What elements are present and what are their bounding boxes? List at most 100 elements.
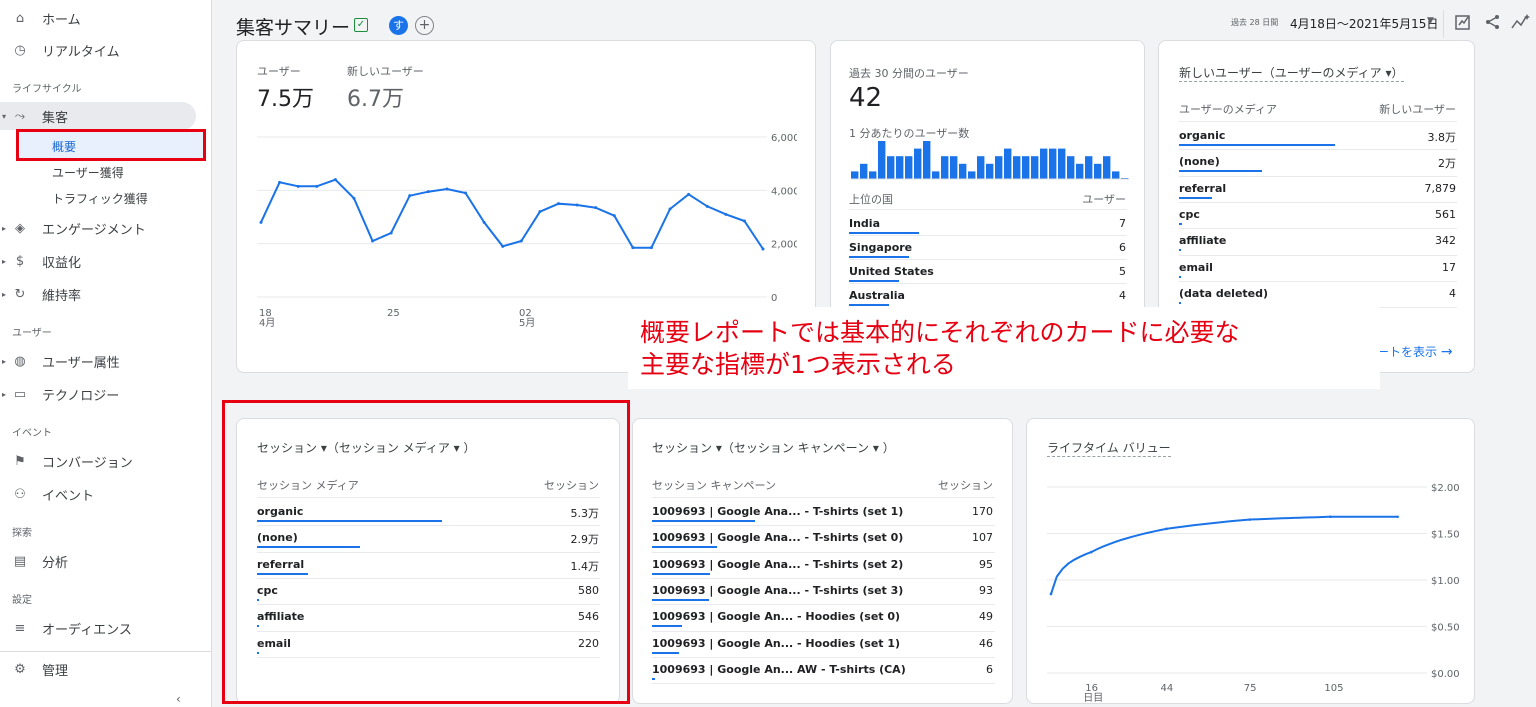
nav-tech[interactable]: ▸ ▭ テクノロジー — [0, 380, 200, 408]
new-users-metric-label[interactable]: 新しいユーザー — [347, 63, 424, 79]
realtime-bar — [914, 148, 922, 179]
realtime-bar — [968, 171, 976, 179]
nav-retention-label: 維持率 — [42, 288, 82, 304]
realtime-bar — [986, 163, 994, 179]
collapse-caret-icon: ▸ — [2, 356, 7, 366]
row-label: email — [1179, 260, 1213, 274]
view-report-link[interactable]: ートを表示 → — [1377, 343, 1453, 360]
row-value: 2万 — [1438, 157, 1456, 171]
ltv-title[interactable]: ライフタイム バリュー — [1047, 439, 1171, 457]
y-tick-label: 0 — [771, 293, 777, 304]
row-value: 5 — [1119, 265, 1126, 278]
clock-icon: ◷ — [14, 42, 26, 58]
nav-retention[interactable]: ▸ ↻ 維持率 — [0, 280, 200, 308]
row-separator — [849, 235, 1127, 236]
x-tick-label: 75 — [1243, 683, 1257, 694]
nav-conversion[interactable]: ⚑ コンバージョン — [0, 447, 200, 475]
users-data-point — [445, 187, 449, 191]
date-range-picker[interactable]: 4月18日～2021年5月15日 — [1290, 15, 1438, 32]
users-metric-label[interactable]: ユーザー — [257, 63, 301, 79]
row-value: 7 — [1119, 217, 1126, 230]
nav-demographics[interactable]: ▸ ◍ ユーザー属性 — [0, 347, 200, 375]
nav-admin[interactable]: ⚙ 管理 — [0, 655, 200, 683]
realtime-bar-chart[interactable] — [851, 141, 1129, 181]
row-label: Singapore — [849, 241, 913, 254]
nav-audience[interactable]: ≡ オーディエンス — [0, 614, 200, 642]
expand-caret-icon: ▾ — [2, 111, 7, 121]
chevron-down-icon[interactable]: ▼ — [1427, 16, 1434, 26]
nav-monetization[interactable]: ▸ $ 収益化 — [0, 247, 200, 275]
ltv-card: ライフタイム バリュー $2.00 $1.50 $1.00 $0.50 $0.00 16… — [1026, 418, 1475, 704]
realtime-bar — [1004, 148, 1012, 179]
realtime-col-users: ユーザー — [1082, 193, 1126, 206]
nav-analysis[interactable]: ▤ 分析 — [0, 547, 200, 575]
add-comparison-icon[interactable]: + — [415, 16, 434, 35]
collapse-sidebar-icon[interactable]: ‹ — [176, 692, 181, 706]
nav-realtime[interactable]: ◷ リアルタイム — [0, 36, 200, 64]
y-tick-label: 4,000 — [771, 186, 797, 197]
row-separator — [849, 259, 1127, 260]
y-tick-label: $2.00 — [1431, 483, 1459, 494]
nav-acq-user[interactable]: ユーザー獲得 — [52, 164, 124, 181]
row-label: 1009693 | Google Ana... - T-shirts (set … — [652, 583, 904, 597]
users-data-point — [556, 202, 560, 206]
x-tick-month: 5月 — [519, 318, 536, 329]
row-label: 1009693 | Google Ana... - T-shirts (set … — [652, 505, 904, 518]
avatar[interactable]: す — [389, 16, 408, 35]
row-bar — [1179, 275, 1181, 278]
nav-analysis-label: 分析 — [42, 555, 69, 571]
nav-home[interactable]: ⌂ ホーム — [0, 4, 200, 32]
dollar-icon: $ — [15, 253, 25, 269]
nav-engagement[interactable]: ▸ ◈ エンゲージメント — [0, 214, 200, 242]
users-line-chart[interactable]: 6,000 4,000 2,000 0 — [257, 127, 800, 317]
row-bar — [652, 651, 680, 654]
realtime-bar — [1022, 156, 1030, 179]
row-label: cpc — [1179, 207, 1200, 221]
row-value: 46 — [979, 636, 993, 650]
retention-icon: ↻ — [14, 286, 26, 302]
row-value: 3.8万 — [1427, 131, 1457, 144]
sidebar-nav: ⌂ ホーム ◷ リアルタイム ライフサイクル ▾ ⤳ 集客 概要 ユーザー獲得 … — [0, 0, 212, 707]
new-users-medium-title[interactable]: 新しいユーザー（ユーザーのメディア ▾） — [1179, 64, 1404, 82]
users-data-point — [668, 207, 672, 211]
realtime-bar — [923, 141, 931, 179]
row-bar — [1179, 144, 1335, 146]
session-campaign-title[interactable]: セッション ▾（セッション キャンペーン ▾ ） — [652, 439, 895, 456]
users-data-point — [501, 244, 505, 248]
row-bar — [652, 520, 755, 522]
row-label: Australia — [849, 289, 905, 302]
realtime-bar — [1067, 156, 1075, 179]
users-data-point — [594, 206, 598, 210]
ltv-data-point — [1248, 518, 1252, 521]
row-separator — [652, 683, 995, 685]
date-range-label: 過去 28 日間 — [1231, 18, 1279, 27]
row-bar — [849, 256, 909, 258]
users-data-point — [333, 178, 337, 182]
row-label: 1009693 | Google An... AW - T-shirts (CA… — [652, 662, 906, 676]
row-bar — [1179, 170, 1263, 173]
realtime-bar — [959, 163, 967, 179]
share-icon[interactable] — [1483, 13, 1503, 33]
realtime-bar — [1031, 156, 1039, 179]
nav-acq-traffic[interactable]: トラフィック獲得 — [52, 190, 148, 207]
nav-acquisition[interactable]: ▾ ⤳ 集客 — [0, 102, 196, 130]
ltv-line-chart[interactable]: $2.00 $1.50 $1.00 $0.50 $0.00 — [1047, 479, 1459, 679]
users-data-point — [519, 239, 523, 243]
realtime-col-country: 上位の国 — [849, 193, 893, 206]
acquisition-icon: ⤳ — [14, 108, 26, 124]
realtime-bar — [887, 156, 895, 179]
y-tick-label: $0.00 — [1431, 669, 1459, 679]
analysis-icon: ▤ — [13, 553, 27, 569]
ltv-series-line — [1050, 515, 1398, 595]
insights-icon[interactable] — [1511, 13, 1531, 33]
customize-report-icon[interactable] — [1453, 13, 1473, 33]
row-separator — [652, 630, 995, 632]
y-tick-label: 2,000 — [771, 240, 797, 251]
users-data-point — [426, 190, 430, 194]
row-bar — [652, 598, 709, 601]
y-tick-label: $0.50 — [1431, 623, 1459, 634]
nav-event[interactable]: ⚇ イベント — [0, 480, 200, 508]
row-separator — [849, 283, 1127, 284]
users-data-point — [352, 196, 356, 200]
realtime-bar — [878, 141, 886, 179]
